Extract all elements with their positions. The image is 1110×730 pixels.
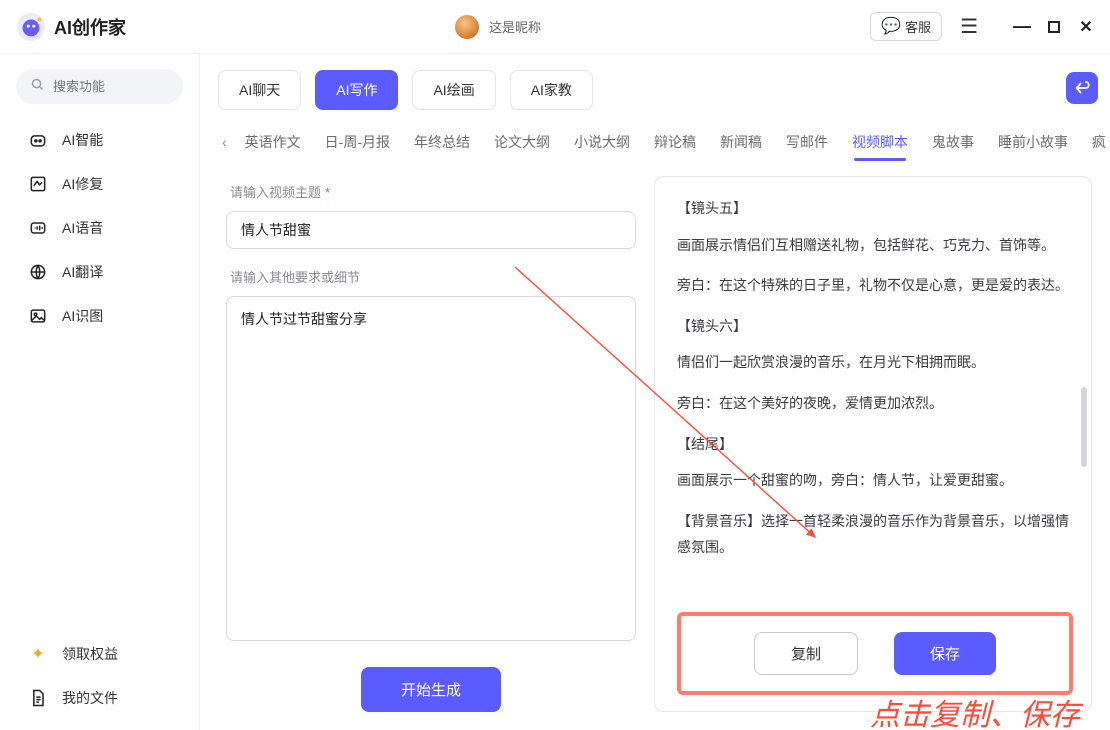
titlebar: AI创作家 这是昵称 💬 客服 ☰ — [0, 0, 1110, 54]
sidebar-item-ai-repair[interactable]: AI修复 [10, 162, 189, 206]
subcat-reports[interactable]: 日-周-月报 [313, 124, 402, 160]
chevron-left-icon[interactable]: ‹ [216, 134, 233, 150]
sidebar-item-files[interactable]: 我的文件 [10, 676, 189, 720]
sidebar-item-vip[interactable]: ✦ 领取权益 [10, 632, 189, 676]
sidebar-item-ai-voice[interactable]: AI语音 [10, 206, 189, 250]
subcat-ghost[interactable]: 鬼故事 [920, 124, 986, 160]
close-button[interactable] [1078, 19, 1094, 35]
sidebar-item-label: 领取权益 [62, 644, 118, 664]
detail-textarea[interactable] [226, 296, 636, 641]
app-title: AI创作家 [54, 14, 126, 40]
subcat-email[interactable]: 写邮件 [774, 124, 840, 160]
topic-input[interactable] [226, 211, 636, 249]
detail-label: 请输入其他要求或细节 [230, 267, 636, 286]
sidebar: AI智能 AI修复 AI语音 AI翻译 AI识图 [0, 54, 200, 730]
avatar[interactable] [455, 15, 479, 39]
image-icon [28, 306, 48, 326]
search-icon [30, 77, 45, 96]
subcat-news[interactable]: 新闻稿 [708, 124, 774, 160]
sidebar-item-ai-image[interactable]: AI识图 [10, 294, 189, 338]
output-panel: 【镜头五】画面展示情侣们互相赠送礼物，包括鲜花、巧克力、首饰等。 旁白：在这个特… [654, 176, 1092, 712]
topic-label: 请输入视频主题* [230, 182, 636, 201]
tab-ai-chat[interactable]: AI聊天 [218, 70, 301, 110]
search-box[interactable] [16, 69, 183, 104]
back-button[interactable] [1066, 72, 1098, 104]
sidebar-item-ai-translate[interactable]: AI翻译 [10, 250, 189, 294]
subcat-bedtime[interactable]: 睡前小故事 [986, 124, 1080, 160]
subcat-video-script[interactable]: 视频脚本 [840, 124, 920, 160]
tab-ai-write[interactable]: AI写作 [315, 70, 398, 110]
generate-button[interactable]: 开始生成 [361, 667, 501, 712]
input-panel: 请输入视频主题* 请输入其他要求或细节 开始生成 [226, 176, 636, 712]
subcategory-bar: ‹ 英语作文 日-周-月报 年终总结 论文大纲 小说大纲 辩论稿 新闻稿 写邮件… [200, 118, 1110, 160]
subcat-thesis[interactable]: 论文大纲 [482, 124, 562, 160]
scrollbar-thumb[interactable] [1081, 387, 1087, 467]
action-buttons-frame: 复制 保存 [677, 612, 1073, 695]
subcat-year-summary[interactable]: 年终总结 [402, 124, 482, 160]
app-logo: AI创作家 [16, 12, 126, 42]
subcat-english[interactable]: 英语作文 [233, 124, 313, 160]
sidebar-item-label: AI翻译 [62, 262, 103, 282]
sidebar-item-label: 我的文件 [62, 688, 118, 708]
sidebar-item-ai-intel[interactable]: AI智能 [10, 118, 189, 162]
maximize-button[interactable] [1048, 21, 1060, 33]
search-input[interactable] [53, 79, 169, 94]
copy-button[interactable]: 复制 [754, 632, 858, 675]
sidebar-item-label: AI识图 [62, 306, 103, 326]
subcat-more[interactable]: 疯 [1080, 124, 1110, 160]
tab-ai-tutor[interactable]: AI家教 [510, 70, 593, 110]
sidebar-item-label: AI修复 [62, 174, 103, 194]
support-button[interactable]: 💬 客服 [870, 12, 942, 41]
vip-icon: ✦ [28, 644, 48, 664]
subcat-debate[interactable]: 辩论稿 [642, 124, 708, 160]
minimize-button[interactable]: — [1014, 19, 1030, 35]
mode-tabs: AI聊天 AI写作 AI绘画 AI家教 [200, 54, 1110, 118]
output-text: 【镜头五】画面展示情侣们互相赠送礼物，包括鲜花、巧克力、首饰等。 旁白：在这个特… [677, 195, 1073, 602]
save-button[interactable]: 保存 [894, 632, 996, 675]
nickname-label: 这是昵称 [489, 17, 541, 36]
support-label: 客服 [905, 17, 931, 36]
tab-ai-paint[interactable]: AI绘画 [412, 70, 495, 110]
main: AI聊天 AI写作 AI绘画 AI家教 ‹ 英语作文 日-周-月报 年终总结 论… [200, 54, 1110, 730]
repair-icon [28, 174, 48, 194]
translate-icon [28, 262, 48, 282]
voice-icon [28, 218, 48, 238]
subcat-novel[interactable]: 小说大纲 [562, 124, 642, 160]
annotation-label: 点击复制、保存 [870, 690, 1080, 730]
sidebar-item-label: AI智能 [62, 130, 103, 150]
logo-icon [16, 12, 46, 42]
chat-icon: 💬 [881, 19, 901, 35]
robot-icon [28, 130, 48, 150]
sidebar-item-label: AI语音 [62, 218, 103, 238]
file-icon [28, 688, 48, 708]
menu-icon[interactable]: ☰ [954, 15, 984, 39]
